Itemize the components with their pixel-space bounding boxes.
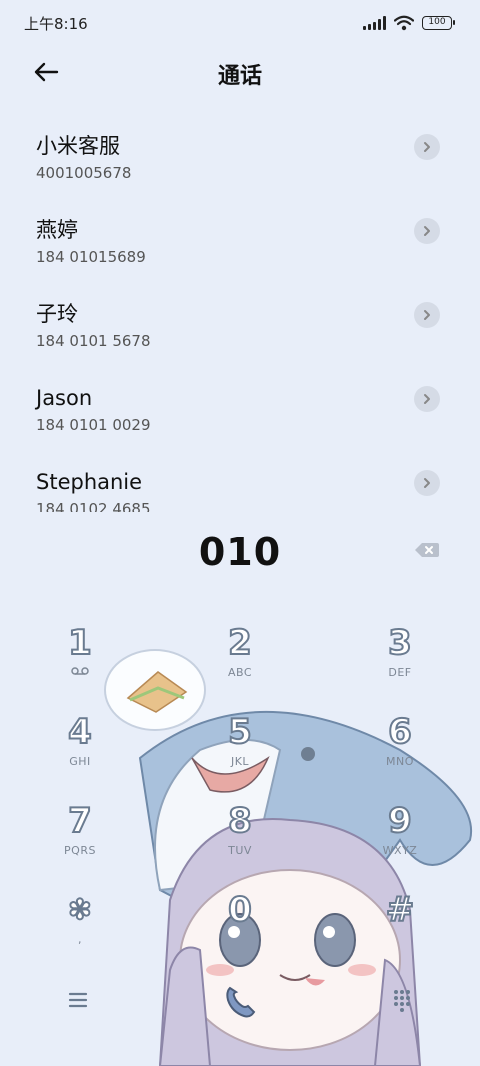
key-1[interactable]: 1 (20, 610, 140, 694)
dialpad-toggle-button[interactable] (392, 988, 412, 1012)
backspace-icon (415, 543, 439, 557)
status-bar: 上午8:16 100 (0, 0, 480, 46)
contact-number: 184 0101 0029 (36, 416, 151, 434)
key-digit: 8 (227, 801, 253, 841)
key-4[interactable]: 4 GHI (20, 699, 140, 783)
status-icons: 100 (363, 15, 455, 31)
key-letters: DEF (388, 666, 412, 679)
dialed-number: 010 (198, 530, 282, 574)
key-letters: MNO (386, 755, 414, 768)
call-button[interactable] (218, 980, 262, 1024)
wifi-icon (394, 15, 414, 31)
voicemail-icon (71, 667, 89, 675)
key-9[interactable]: 9 WXYZ (340, 788, 460, 872)
contact-item[interactable]: 子玲 184 0101 5678 (0, 288, 480, 372)
key-8[interactable]: 8 TUV (180, 788, 300, 872)
key-letters: ABC (227, 666, 253, 679)
chevron-right-icon (424, 142, 430, 152)
key-digit: 7 (67, 801, 93, 841)
key-digit: 1 (67, 623, 93, 663)
contact-item[interactable]: 小米客服 4001005678 (0, 120, 480, 204)
key-letters: TUV (228, 844, 252, 857)
contact-detail-button[interactable] (414, 302, 440, 328)
contact-list: 小米客服 4001005678 燕婷 184 01015689 子玲 184 0… (0, 120, 480, 512)
contact-number: 184 0102 4685 (36, 500, 151, 512)
key-letters: , (78, 933, 82, 946)
key-3[interactable]: 3 DEF (340, 610, 460, 694)
key-digit: ✽ (67, 892, 93, 927)
bottom-action-bar (0, 966, 480, 1036)
backspace-button[interactable] (414, 540, 440, 560)
header: 通话 (0, 46, 480, 98)
key-6[interactable]: 6 MNO (340, 699, 460, 783)
phone-icon (226, 986, 256, 1018)
contact-detail-button[interactable] (414, 218, 440, 244)
key-digit: 4 (67, 712, 93, 752)
key-0[interactable]: 0 (180, 877, 300, 961)
dialpad: 1 2 ABC 3 DEF 4 GHI 5 JKL 6 MNO 7 PQRS 8… (0, 610, 480, 966)
key-5[interactable]: 5 JKL (180, 699, 300, 783)
key-digit: 5 (227, 712, 253, 752)
key-digit: # (385, 890, 415, 930)
menu-icon (68, 992, 88, 1008)
key-letters: WXYZ (382, 844, 418, 857)
key-hash[interactable]: # (340, 877, 460, 961)
key-digit: 6 (387, 712, 413, 752)
key-letters: GHI (69, 755, 91, 768)
page-title: 通话 (217, 64, 262, 89)
battery-icon: 100 (422, 16, 455, 30)
contact-item[interactable]: Stephanie 184 0102 4685 (0, 456, 480, 512)
battery-level: 100 (428, 17, 446, 27)
dial-display: 010 (0, 526, 480, 582)
key-7[interactable]: 7 PQRS (20, 788, 140, 872)
key-digit: 0 (227, 890, 253, 930)
key-digit: 2 (227, 623, 253, 663)
key-2[interactable]: 2 ABC (180, 610, 300, 694)
contact-detail-button[interactable] (414, 470, 440, 496)
key-star[interactable]: ✽ , (20, 877, 140, 961)
key-digit: 3 (387, 623, 413, 663)
contact-detail-button[interactable] (414, 134, 440, 160)
key-letters: PQRS (64, 844, 96, 857)
contact-number: 184 01015689 (36, 248, 146, 266)
contact-item[interactable]: 燕婷 184 01015689 (0, 204, 480, 288)
dialpad-icon (394, 990, 410, 1012)
key-letters: JKL (230, 755, 250, 768)
chevron-right-icon (424, 394, 430, 404)
status-time: 上午8:16 (24, 14, 88, 33)
menu-button[interactable] (66, 990, 90, 1010)
chevron-right-icon (424, 226, 430, 236)
contact-number: 4001005678 (36, 164, 132, 182)
chevron-right-icon (424, 310, 430, 320)
signal-icon (363, 16, 386, 30)
chevron-right-icon (424, 478, 430, 488)
contact-number: 184 0101 5678 (36, 332, 151, 350)
contact-detail-button[interactable] (414, 386, 440, 412)
contact-item[interactable]: Jason 184 0101 0029 (0, 372, 480, 456)
key-digit: 9 (387, 801, 413, 841)
